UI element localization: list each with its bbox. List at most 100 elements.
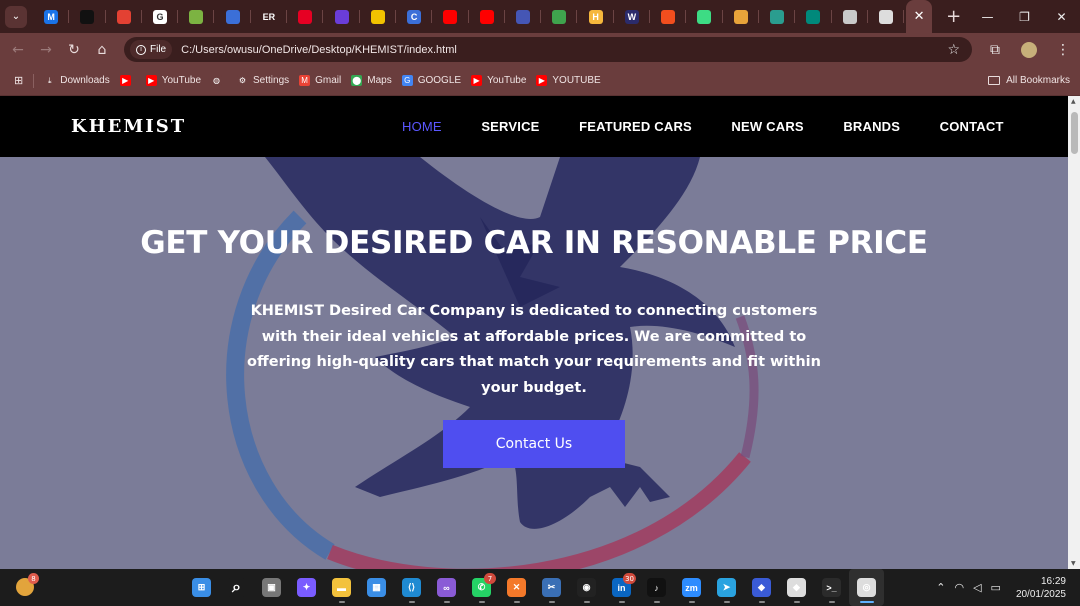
taskbar-vscode[interactable]: ⟨⟩ xyxy=(394,569,429,606)
tab-12[interactable] xyxy=(432,0,469,33)
maximize-icon[interactable]: ❐ xyxy=(1006,0,1043,33)
taskbar-search[interactable]: ⌕ xyxy=(219,569,254,606)
wifi-icon[interactable]: ◠ xyxy=(954,581,964,594)
page-scrollbar[interactable]: ▲ ▼ xyxy=(1068,96,1080,569)
tab-16[interactable]: H xyxy=(577,0,615,33)
menu-dots-icon[interactable]: ⋮ xyxy=(1046,42,1080,58)
tab-21[interactable] xyxy=(759,0,796,33)
tab-4[interactable]: G xyxy=(142,0,179,33)
bookmark-youtube[interactable]: ▶ YouTube xyxy=(471,75,526,86)
nav-new-cars[interactable]: NEW CARS xyxy=(731,119,803,134)
taskbar-visual-studio[interactable]: ∞ xyxy=(429,569,464,606)
bookmark-settings[interactable]: ⚙ Settings xyxy=(237,75,289,86)
running-indicator xyxy=(408,601,415,603)
taskbar-task-view[interactable]: ▣ xyxy=(254,569,289,606)
tab-20[interactable] xyxy=(723,0,760,33)
forward-arrow-icon[interactable]: → xyxy=(32,36,60,64)
extensions-icon[interactable]: ⧉ xyxy=(978,42,1012,58)
home-icon[interactable]: ⌂ xyxy=(88,36,116,64)
tab-24[interactable] xyxy=(868,0,905,33)
taskbar-copilot[interactable]: ✦ xyxy=(289,569,324,606)
tab-11[interactable]: C xyxy=(396,0,433,33)
scroll-down-arrow-icon[interactable]: ▼ xyxy=(1071,560,1076,567)
tab-15[interactable] xyxy=(541,0,578,33)
tab-23[interactable] xyxy=(832,0,869,33)
tab-6[interactable] xyxy=(214,0,252,33)
taskbar-app-blue[interactable]: ◆ xyxy=(744,569,779,606)
taskbar-zoom[interactable]: zm xyxy=(674,569,709,606)
nav-brands[interactable]: BRANDS xyxy=(843,119,900,134)
taskbar-store[interactable]: ▦ xyxy=(359,569,394,606)
bookmark-icon-3[interactable]: ◍ xyxy=(211,75,227,86)
bookmark-youtube[interactable]: ▶ YouTube xyxy=(145,75,201,86)
site-logo[interactable]: KHEMIST xyxy=(71,116,186,137)
taskbar-github[interactable]: ◉ xyxy=(569,569,604,606)
profile-avatar[interactable] xyxy=(1021,41,1037,58)
bookmark-google[interactable]: G GOOGLE xyxy=(401,75,461,86)
tab-3[interactable] xyxy=(106,0,143,33)
clock-time: 16:29 xyxy=(1040,575,1066,587)
tab-8[interactable] xyxy=(287,0,324,33)
weather-widget-icon[interactable]: 8 xyxy=(16,573,39,596)
taskbar-whatsapp[interactable]: ✆ 7 xyxy=(464,569,499,606)
taskbar-start[interactable]: ⊞ xyxy=(184,569,219,606)
tab-10[interactable] xyxy=(360,0,397,33)
bookmark-star-icon[interactable]: ☆ xyxy=(947,42,960,58)
tab-2[interactable] xyxy=(69,0,106,33)
apps-grid-icon[interactable]: ⊞ xyxy=(14,74,23,87)
nav-contact[interactable]: CONTACT xyxy=(940,119,1004,134)
volume-icon[interactable]: ◁ xyxy=(973,581,981,594)
page-viewport: KHEMIST HOME SERVICE FEATURED CARS NEW CARS… xyxy=(0,96,1068,569)
taskbar-tiktok[interactable]: ♪ xyxy=(639,569,674,606)
bookmark-label: Gmail xyxy=(315,75,342,86)
scroll-thumb[interactable] xyxy=(1071,112,1078,154)
nav-home[interactable]: HOME xyxy=(402,119,442,134)
scroll-up-arrow-icon[interactable]: ▲ xyxy=(1071,98,1076,105)
reload-icon[interactable]: ↻ xyxy=(60,36,88,64)
bookmark-youtube[interactable]: ▶ YOUTUBE xyxy=(536,75,601,86)
bookmark-gmail[interactable]: M Gmail xyxy=(299,75,341,86)
contact-us-button[interactable]: Contact Us xyxy=(443,420,625,468)
back-arrow-icon[interactable]: ← xyxy=(4,36,32,64)
nav-service[interactable]: SERVICE xyxy=(481,119,539,134)
site-info-chip[interactable]: i File xyxy=(130,40,173,59)
tab-7[interactable]: ER xyxy=(251,0,288,33)
hero-title: GET YOUR DESIRED CAR IN RESONABLE PRICE xyxy=(140,225,928,261)
bookmark-downloads[interactable]: ⤓ Downloads xyxy=(44,75,110,86)
new-tab-button[interactable]: + xyxy=(946,6,961,27)
taskbar-snip[interactable]: ✂ xyxy=(534,569,569,606)
taskbar-file-explorer[interactable]: ▬ xyxy=(324,569,359,606)
taskbar-app-white[interactable]: ◆ xyxy=(779,569,814,606)
tab-1[interactable]: M xyxy=(33,0,70,33)
tab-18[interactable] xyxy=(650,0,687,33)
close-window-icon[interactable]: ✕ xyxy=(1043,0,1080,33)
battery-icon[interactable]: ▭ xyxy=(991,581,1001,594)
vscode-icon: ⟨⟩ xyxy=(402,578,421,597)
tab-9[interactable] xyxy=(323,0,360,33)
address-bar[interactable]: i File C:/Users/owusu/OneDrive/Desktop/KH… xyxy=(124,37,972,62)
bookmark-icon-1[interactable]: ▶ xyxy=(119,75,136,86)
tab-search-button[interactable]: ⌄ xyxy=(5,5,27,28)
url-text[interactable]: C:/Users/owusu/OneDrive/Desktop/KHEMIST/… xyxy=(181,44,457,56)
taskbar-telegram[interactable]: ➤ xyxy=(709,569,744,606)
close-tab-icon[interactable]: ✕ xyxy=(914,9,925,24)
tray-chevron-icon[interactable]: ⌃ xyxy=(936,581,945,594)
tab-17[interactable]: W xyxy=(614,0,651,33)
tab-19[interactable] xyxy=(686,0,723,33)
all-bookmarks-button[interactable]: All Bookmarks xyxy=(988,75,1070,86)
taskbar-terminal[interactable]: >_ xyxy=(814,569,849,606)
nav-featured-cars[interactable]: FEATURED CARS xyxy=(579,119,692,134)
minimize-icon[interactable]: — xyxy=(969,0,1006,33)
tab-13[interactable] xyxy=(469,0,506,33)
tab-5[interactable] xyxy=(178,0,215,33)
clock[interactable]: 16:29 20/01/2025 xyxy=(1016,575,1066,601)
tab-14[interactable] xyxy=(505,0,542,33)
tab-active[interactable]: ✕ xyxy=(906,0,933,33)
taskbar-chrome[interactable]: ◎ xyxy=(849,569,884,606)
bookmark-maps[interactable]: ⬤ Maps xyxy=(351,75,392,86)
tab-22[interactable] xyxy=(795,0,832,33)
taskbar-xampp[interactable]: ✕ xyxy=(499,569,534,606)
store-icon: ▦ xyxy=(367,578,386,597)
taskbar-linkedin[interactable]: in 30 xyxy=(604,569,639,606)
running-indicator xyxy=(758,601,765,603)
